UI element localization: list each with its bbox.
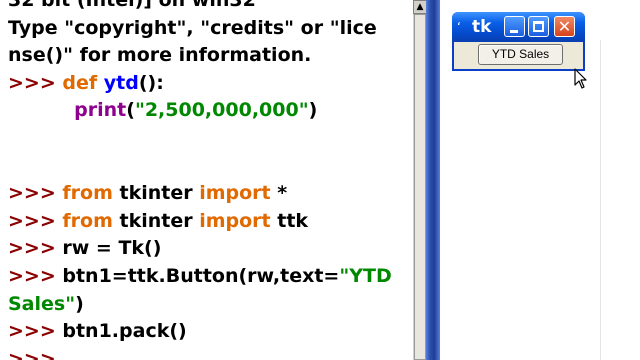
shell-token: ytd xyxy=(103,71,139,94)
shell-line: >>> from tkinter import ttk xyxy=(8,209,308,233)
shell-line: >>> xyxy=(8,347,62,360)
shell-token: ) xyxy=(308,99,318,122)
shell-token: "YTD xyxy=(339,265,392,287)
shell-token: nse()" for more information. xyxy=(8,44,312,67)
tk-window[interactable]: ʻ tk ✕ YTD Sales xyxy=(452,12,585,71)
minimize-button[interactable] xyxy=(504,16,525,37)
tk-window-title: tk xyxy=(472,17,492,37)
shell-token: ( xyxy=(126,99,135,122)
shell-prompt: >>> xyxy=(8,237,63,260)
shell-token xyxy=(8,99,74,121)
shell-token: ttk xyxy=(277,209,309,232)
shell-token: from xyxy=(62,209,120,232)
shell-token: btn1=ttk.Button(rw,text= xyxy=(62,265,340,287)
shell-prompt: >>> xyxy=(8,320,63,343)
shell-line: Sales") xyxy=(8,292,84,316)
shell-token: rw = Tk() xyxy=(62,237,162,260)
shell-token: def xyxy=(62,71,104,94)
shell-token: tkinter xyxy=(119,209,200,232)
feather-icon: ʻ xyxy=(457,20,461,34)
shell-prompt: >>> xyxy=(8,182,63,205)
shell-token: Sales" xyxy=(8,292,76,315)
close-button[interactable]: ✕ xyxy=(554,16,575,37)
shell-token: "2,500,000,000" xyxy=(134,99,309,122)
shell-prompt: >>> xyxy=(8,347,63,360)
shell-token: 32 bit (Intel)] on win32 xyxy=(8,0,256,11)
ytd-sales-button[interactable]: YTD Sales xyxy=(478,44,563,65)
shell-token: tkinter xyxy=(119,182,200,205)
shell-line: >>> rw = Tk() xyxy=(8,236,161,260)
mouse-pointer-icon xyxy=(574,68,587,89)
scrollbar-thumb[interactable] xyxy=(414,14,426,360)
tk-window-titlebar[interactable]: ʻ tk ✕ xyxy=(452,12,585,42)
minimize-icon xyxy=(510,30,518,33)
shell-token: * xyxy=(277,182,288,205)
maximize-button[interactable] xyxy=(528,16,549,37)
desktop-divider xyxy=(426,0,440,360)
desktop-separator-line xyxy=(600,40,601,360)
shell-line: nse()" for more information. xyxy=(8,43,311,67)
shell-token: ) xyxy=(75,292,84,315)
shell-token: from xyxy=(62,182,120,205)
shell-token: import xyxy=(199,182,278,205)
shell-line: 32 bit (Intel)] on win32 xyxy=(8,0,256,12)
shell-line: >>> def ytd(): xyxy=(8,71,164,95)
scroll-up-arrow-icon[interactable]: ▲ xyxy=(413,0,427,14)
shell-token: import xyxy=(199,209,278,232)
maximize-icon xyxy=(533,21,544,32)
shell-line: >>> btn1=ttk.Button(rw,text="YTD xyxy=(8,264,392,288)
shell-prompt: >>> xyxy=(8,265,63,287)
python-shell-text-area[interactable]: 32 bit (Intel)] on win32 Type "copyright"… xyxy=(0,0,412,360)
shell-line: >>> btn1.pack() xyxy=(8,319,187,343)
shell-prompt: >>> xyxy=(8,71,63,94)
shell-line: print("2,500,000,000") xyxy=(8,98,317,122)
shell-token: btn1.pack() xyxy=(62,320,187,343)
shell-vertical-scrollbar[interactable]: ▲ xyxy=(412,0,427,360)
shell-prompt: >>> xyxy=(8,209,63,232)
shell-line: Type "copyright", "credits" or "lice xyxy=(8,16,377,40)
shell-token: (): xyxy=(138,71,164,94)
shell-token: Type "copyright", "credits" or "lice xyxy=(8,16,377,39)
shell-line: >>> from tkinter import * xyxy=(8,181,287,205)
shell-token: print xyxy=(74,99,127,122)
close-icon: ✕ xyxy=(557,17,572,36)
